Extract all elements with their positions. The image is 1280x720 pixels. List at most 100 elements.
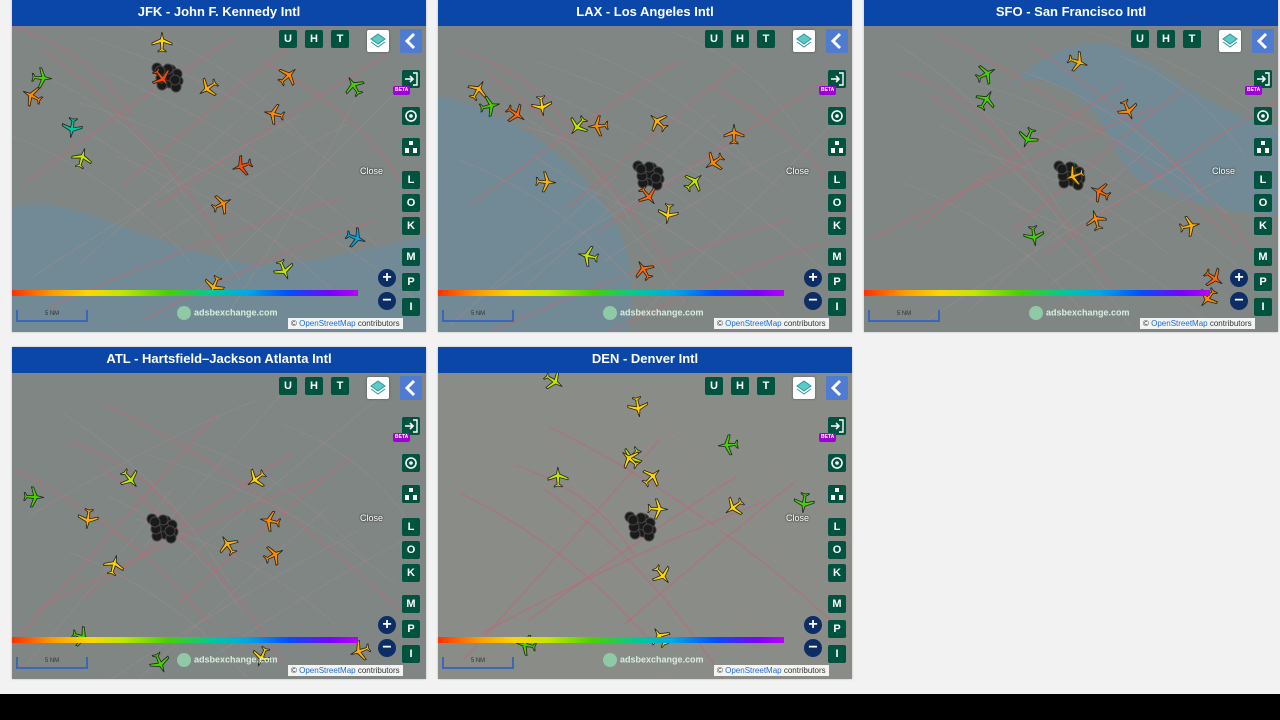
zoom-in-button[interactable]: + [804,616,822,634]
aircraft-cluster-marker[interactable] [635,163,647,175]
toggle-l-button[interactable]: L [402,171,420,189]
aircraft-icon[interactable] [1020,222,1047,249]
stats-button[interactable] [402,138,420,156]
zoom-out-button[interactable]: − [804,292,822,310]
toggle-p-button[interactable]: P [402,620,420,638]
aircraft-cluster-marker[interactable] [642,523,654,535]
toggle-o-button[interactable]: O [402,194,420,212]
map-view[interactable]: U H T BETA Close L O K M P I + − 5 NM adsbexchange.com… [12,26,426,332]
toggle-m-button[interactable]: M [828,595,846,613]
toggle-h-button[interactable]: H [731,30,749,48]
toggle-h-button[interactable]: H [731,377,749,395]
stats-button[interactable] [828,485,846,503]
layers-button[interactable] [1219,30,1241,52]
aircraft-icon[interactable] [260,100,288,128]
stats-button[interactable] [402,485,420,503]
toggle-h-button[interactable]: H [305,377,323,395]
aircraft-icon[interactable] [585,113,611,139]
layers-button[interactable] [793,377,815,399]
settings-button[interactable] [402,454,420,472]
aircraft-icon[interactable] [715,432,741,458]
collapse-panel-button[interactable] [826,29,848,53]
zoom-in-button[interactable]: + [1230,269,1248,287]
stats-button[interactable] [828,138,846,156]
zoom-in-button[interactable]: + [378,269,396,287]
settings-button[interactable] [402,107,420,125]
aircraft-icon[interactable] [546,465,570,489]
toggle-i-button[interactable]: I [828,298,846,316]
toggle-m-button[interactable]: M [1254,248,1272,266]
toggle-k-button[interactable]: K [402,564,420,582]
toggle-t-button[interactable]: T [331,30,349,48]
toggle-k-button[interactable]: K [828,564,846,582]
zoom-in-button[interactable]: + [378,616,396,634]
toggle-o-button[interactable]: O [402,541,420,559]
toggle-l-button[interactable]: L [828,171,846,189]
map-view[interactable]: U H T BETA Close L O K M P I + − 5 NM adsbexchange.com… [12,373,426,679]
collapse-panel-button[interactable] [400,376,422,400]
collapse-panel-button[interactable] [826,376,848,400]
toggle-t-button[interactable]: T [1183,30,1201,48]
toggle-t-button[interactable]: T [757,30,775,48]
close-label[interactable]: Close [1212,166,1235,176]
settings-button[interactable] [1254,107,1272,125]
toggle-i-button[interactable]: I [402,645,420,663]
aircraft-icon[interactable] [256,507,284,535]
map-view[interactable]: U H T BETA Close L O K M P I + − 5 NM adsbexchange.com… [864,26,1278,332]
toggle-p-button[interactable]: P [402,273,420,291]
toggle-o-button[interactable]: O [1254,194,1272,212]
layers-button[interactable] [793,30,815,52]
toggle-l-button[interactable]: L [1254,171,1272,189]
toggle-m-button[interactable]: M [402,248,420,266]
toggle-i-button[interactable]: I [1254,298,1272,316]
aircraft-icon[interactable] [654,200,681,227]
zoom-out-button[interactable]: − [378,292,396,310]
aircraft-icon[interactable] [512,631,540,659]
toggle-k-button[interactable]: K [828,217,846,235]
collapse-panel-button[interactable] [1252,29,1274,53]
stats-button[interactable] [1254,138,1272,156]
zoom-in-button[interactable]: + [804,269,822,287]
close-label[interactable]: Close [360,513,383,523]
toggle-l-button[interactable]: L [828,518,846,536]
aircraft-icon[interactable] [645,496,670,521]
aircraft-icon[interactable] [574,242,602,270]
aircraft-icon[interactable] [528,92,555,119]
close-label[interactable]: Close [786,513,809,523]
toggle-t-button[interactable]: T [757,377,775,395]
toggle-h-button[interactable]: H [305,30,323,48]
toggle-p-button[interactable]: P [1254,273,1272,291]
close-label[interactable]: Close [786,166,809,176]
toggle-u-button[interactable]: U [279,30,297,48]
settings-button[interactable] [828,454,846,472]
aircraft-icon[interactable] [533,169,559,195]
map-view[interactable]: U H T BETA Close L O K M P I + − 5 NM adsbexchange.com… [438,26,852,332]
toggle-m-button[interactable]: M [828,248,846,266]
toggle-o-button[interactable]: O [828,194,846,212]
close-label[interactable]: Close [360,166,383,176]
toggle-o-button[interactable]: O [828,541,846,559]
aircraft-icon[interactable] [75,506,102,533]
aircraft-cluster-marker[interactable] [149,516,161,528]
osm-link[interactable]: OpenStreetMap [1151,319,1207,328]
settings-button[interactable] [828,107,846,125]
toggle-i-button[interactable]: I [402,298,420,316]
map-view[interactable]: U H T BETA Close L O K M P I + − 5 NM adsbexchange.com… [438,373,852,679]
toggle-u-button[interactable]: U [705,30,723,48]
toggle-t-button[interactable]: T [331,377,349,395]
toggle-u-button[interactable]: U [705,377,723,395]
toggle-m-button[interactable]: M [402,595,420,613]
osm-link[interactable]: OpenStreetMap [725,666,781,675]
toggle-h-button[interactable]: H [1157,30,1175,48]
toggle-l-button[interactable]: L [402,518,420,536]
toggle-p-button[interactable]: P [828,273,846,291]
aircraft-cluster-marker[interactable] [164,525,176,537]
aircraft-icon[interactable] [624,393,651,420]
toggle-u-button[interactable]: U [279,377,297,395]
toggle-u-button[interactable]: U [1131,30,1149,48]
osm-link[interactable]: OpenStreetMap [299,666,355,675]
toggle-p-button[interactable]: P [828,620,846,638]
aircraft-icon[interactable] [150,30,174,54]
collapse-panel-button[interactable] [400,29,422,53]
osm-link[interactable]: OpenStreetMap [725,319,781,328]
